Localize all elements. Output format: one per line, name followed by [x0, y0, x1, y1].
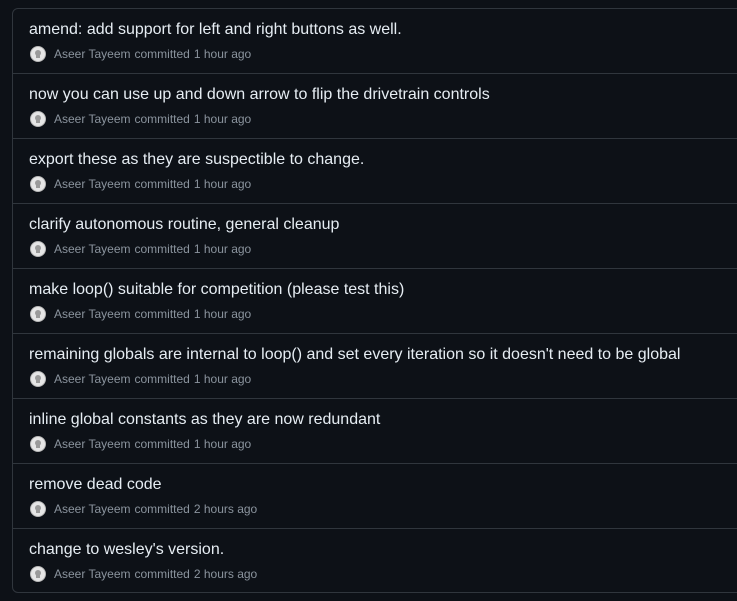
commit-verb: committed	[134, 112, 190, 126]
author-link[interactable]: Aseer Tayeem	[54, 112, 130, 126]
author-link[interactable]: Aseer Tayeem	[54, 307, 130, 321]
commit-meta: Aseer Tayeem committed 1 hour ago	[30, 370, 251, 388]
commit-row: inline global constants as they are now …	[13, 399, 737, 464]
commit-verb: committed	[134, 567, 190, 581]
commit-title-link[interactable]: make loop() suitable for competition (pl…	[29, 279, 404, 301]
author-avatar-icon[interactable]	[30, 371, 46, 387]
author-link[interactable]: Aseer Tayeem	[54, 47, 130, 61]
author-avatar-icon[interactable]	[30, 501, 46, 517]
author-avatar-icon[interactable]	[30, 566, 46, 582]
author-link[interactable]: Aseer Tayeem	[54, 437, 130, 451]
commit-verb: committed	[134, 307, 190, 321]
commit-title-link[interactable]: change to wesley's version.	[29, 539, 224, 561]
commit-title-link[interactable]: inline global constants as they are now …	[29, 409, 380, 431]
author-link[interactable]: Aseer Tayeem	[54, 567, 130, 581]
author-link[interactable]: Aseer Tayeem	[54, 502, 130, 516]
commit-meta: Aseer Tayeem committed 1 hour ago	[30, 175, 251, 193]
commit-time: 1 hour ago	[193, 307, 252, 321]
commit-row: now you can use up and down arrow to fli…	[13, 74, 737, 139]
author-avatar-icon[interactable]	[30, 46, 46, 62]
commit-time: 1 hour ago	[193, 372, 252, 386]
commit-time: 2 hours ago	[193, 567, 258, 581]
commit-meta: Aseer Tayeem committed 1 hour ago	[30, 45, 251, 63]
commit-row: remove dead code Aseer Tayeem committed …	[13, 464, 737, 529]
commit-meta: Aseer Tayeem committed 1 hour ago	[30, 110, 251, 128]
commit-time: 1 hour ago	[193, 177, 252, 191]
commit-time: 1 hour ago	[193, 112, 252, 126]
commit-title-link[interactable]: clarify autonomous routine, general clea…	[29, 214, 339, 236]
commit-meta: Aseer Tayeem committed 1 hour ago	[30, 305, 251, 323]
commit-time: 1 hour ago	[193, 47, 252, 61]
commit-time: 1 hour ago	[193, 242, 252, 256]
commit-title-link[interactable]: now you can use up and down arrow to fli…	[29, 84, 490, 106]
commit-verb: committed	[134, 437, 190, 451]
commit-meta: Aseer Tayeem committed 1 hour ago	[30, 435, 251, 453]
author-link[interactable]: Aseer Tayeem	[54, 242, 130, 256]
commit-row: change to wesley's version. Aseer Tayeem…	[13, 529, 737, 592]
author-avatar-icon[interactable]	[30, 436, 46, 452]
commit-row: amend: add support for left and right bu…	[13, 9, 737, 74]
commit-title-link[interactable]: amend: add support for left and right bu…	[29, 19, 402, 41]
commit-verb: committed	[134, 47, 190, 61]
commit-meta: Aseer Tayeem committed 2 hours ago	[30, 565, 257, 583]
commit-time: 2 hours ago	[193, 502, 258, 516]
commit-row: clarify autonomous routine, general clea…	[13, 204, 737, 269]
author-avatar-icon[interactable]	[30, 176, 46, 192]
commit-list: amend: add support for left and right bu…	[12, 8, 737, 593]
author-avatar-icon[interactable]	[30, 306, 46, 322]
commit-time: 1 hour ago	[193, 437, 252, 451]
commit-title-link[interactable]: remove dead code	[29, 474, 162, 496]
commit-verb: committed	[134, 372, 190, 386]
commit-verb: committed	[134, 502, 190, 516]
commit-title-link[interactable]: remaining globals are internal to loop()…	[29, 344, 680, 366]
commit-row: make loop() suitable for competition (pl…	[13, 269, 737, 334]
author-avatar-icon[interactable]	[30, 111, 46, 127]
author-link[interactable]: Aseer Tayeem	[54, 177, 130, 191]
commit-verb: committed	[134, 177, 190, 191]
commit-meta: Aseer Tayeem committed 1 hour ago	[30, 240, 251, 258]
author-link[interactable]: Aseer Tayeem	[54, 372, 130, 386]
commit-row: export these as they are suspectible to …	[13, 139, 737, 204]
commit-meta: Aseer Tayeem committed 2 hours ago	[30, 500, 257, 518]
commit-verb: committed	[134, 242, 190, 256]
commit-row: remaining globals are internal to loop()…	[13, 334, 737, 399]
commit-title-link[interactable]: export these as they are suspectible to …	[29, 149, 364, 171]
author-avatar-icon[interactable]	[30, 241, 46, 257]
